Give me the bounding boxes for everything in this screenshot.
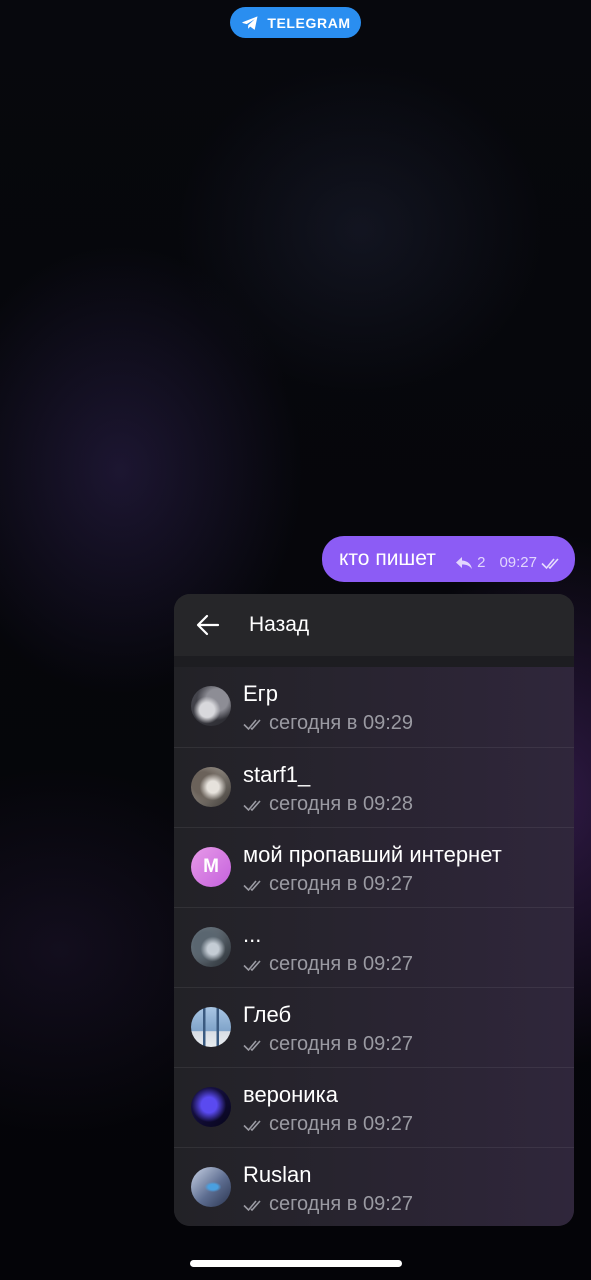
reader-seen-time: сегодня в 09:27: [269, 1113, 413, 1135]
reader-name: Глеб: [243, 1002, 292, 1027]
double-check-icon: [243, 959, 261, 971]
message-text: кто пишет: [339, 547, 436, 570]
reader-row[interactable]: ... сегодня в 09:27: [174, 907, 574, 987]
reply-count: 2: [477, 554, 486, 571]
readers-panel: Назад Егр сегодня в 09:29 starf1_ сегодн…: [174, 594, 574, 1226]
reader-status: сегодня в 09:27: [243, 1033, 413, 1056]
reader-name: Егр: [243, 681, 278, 706]
reader-name: вероника: [243, 1082, 338, 1107]
reader-seen-time: сегодня в 09:28: [269, 793, 413, 815]
avatar: [191, 767, 231, 807]
double-check-icon: [243, 718, 261, 730]
reader-seen-time: сегодня в 09:27: [269, 873, 413, 895]
back-label: Назад: [249, 613, 310, 636]
reader-row[interactable]: Ruslan сегодня в 09:27: [174, 1147, 574, 1226]
arrow-left-icon: [196, 614, 220, 636]
reader-row[interactable]: Глеб сегодня в 09:27: [174, 987, 574, 1067]
reader-row[interactable]: Егр сегодня в 09:29: [174, 667, 574, 747]
reader-status: сегодня в 09:27: [243, 953, 413, 976]
readers-list: Егр сегодня в 09:29 starf1_ сегодня в 09…: [174, 667, 574, 1226]
telegram-badge-label: TELEGRAM: [267, 14, 351, 31]
reader-status: сегодня в 09:27: [243, 873, 413, 896]
chat-screen: TELEGRAM кто пишет 2 09:27 Назад Егр сег…: [0, 0, 591, 1280]
message-time: 09:27: [499, 554, 537, 571]
reader-name: мой пропавший интернет: [243, 842, 502, 867]
reader-name: ...: [243, 922, 262, 947]
reader-name: starf1_: [243, 762, 311, 787]
message-bubble[interactable]: кто пишет 2 09:27: [322, 536, 575, 582]
reader-status: сегодня в 09:27: [243, 1113, 413, 1136]
reply-icon: [456, 556, 473, 569]
reader-status: сегодня в 09:29: [243, 712, 413, 735]
reader-name: Ruslan: [243, 1162, 312, 1187]
home-indicator[interactable]: [190, 1260, 402, 1267]
back-button[interactable]: Назад: [174, 594, 574, 656]
message-meta: 2 09:27: [455, 554, 563, 571]
avatar: [191, 1167, 231, 1207]
reader-row[interactable]: вероника сегодня в 09:27: [174, 1067, 574, 1147]
avatar: [191, 1087, 231, 1127]
header-separator: [174, 656, 574, 667]
double-check-icon: [541, 557, 559, 569]
double-check-icon: [243, 1039, 261, 1051]
avatar: [191, 686, 231, 726]
reader-row[interactable]: starf1_ сегодня в 09:28: [174, 747, 574, 827]
double-check-icon: [243, 879, 261, 891]
reader-seen-time: сегодня в 09:27: [269, 1193, 413, 1215]
avatar: [191, 927, 231, 967]
telegram-plane-icon: [242, 15, 258, 30]
reader-status: сегодня в 09:28: [243, 793, 413, 816]
reader-seen-time: сегодня в 09:27: [269, 1033, 413, 1055]
reader-row[interactable]: M мой пропавший интернет сегодня в 09:27: [174, 827, 574, 907]
double-check-icon: [243, 1199, 261, 1211]
double-check-icon: [243, 799, 261, 811]
double-check-icon: [243, 1119, 261, 1131]
avatar: [191, 1007, 231, 1047]
reader-status: сегодня в 09:27: [243, 1193, 413, 1216]
telegram-badge: TELEGRAM: [230, 7, 361, 38]
reader-seen-time: сегодня в 09:27: [269, 953, 413, 975]
reader-seen-time: сегодня в 09:29: [269, 712, 413, 734]
avatar-letter: M: [191, 847, 231, 887]
